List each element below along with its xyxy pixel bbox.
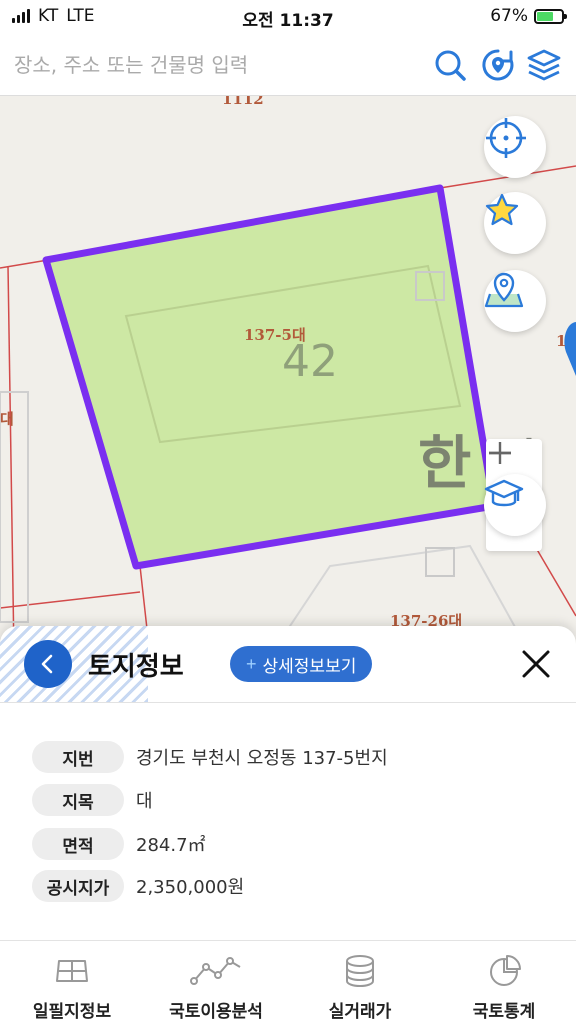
map-label-right: 1 [556, 332, 567, 350]
nav-label: 일필지정보 [32, 1002, 112, 1022]
battery-icon [534, 8, 567, 24]
info-value: 대 [136, 791, 153, 812]
parcel-number: 42 [282, 336, 338, 387]
info-value: 284.7㎡ [136, 835, 206, 856]
detail-info-label: 상세정보보기 [262, 656, 357, 676]
nav-label: 국토통계 [472, 1002, 536, 1022]
panel-divider [0, 702, 576, 703]
nav-land-use-analysis[interactable]: 국토이용분석 [144, 941, 288, 1024]
map-location-button[interactable] [484, 270, 546, 332]
info-key: 지번 [32, 741, 124, 773]
nav-label: 실거래가 [328, 1002, 392, 1022]
info-row-land-price: 공시지가 2,350,000원 [32, 869, 244, 903]
detail-info-button[interactable]: + 상세정보보기 [230, 646, 373, 682]
minus-icon [489, 451, 511, 455]
map-pin-icon [484, 272, 524, 308]
info-key: 공시지가 [32, 870, 124, 902]
location-refresh-icon[interactable] [480, 47, 516, 83]
map-label-top: 1112 [222, 96, 264, 108]
info-row-lot-number: 지번 경기도 부천시 오정동 137-5번지 [32, 740, 388, 774]
grid-icon [56, 960, 88, 982]
land-info-panel: 토지정보 + 상세정보보기 지번 경기도 부천시 오정동 137-5번지 지목 … [0, 626, 576, 940]
star-icon [485, 193, 519, 226]
search-icon[interactable] [432, 47, 468, 83]
chevron-left-icon [41, 654, 53, 674]
search-input[interactable] [14, 48, 414, 82]
info-key: 지목 [32, 784, 124, 816]
info-key: 면적 [32, 828, 124, 860]
education-button[interactable] [484, 474, 546, 536]
info-row-area: 면적 284.7㎡ [32, 827, 206, 861]
database-icon [346, 955, 374, 988]
battery-percent: 67% [490, 6, 528, 26]
nav-real-transaction-price[interactable]: 실거래가 [288, 941, 432, 1024]
close-icon[interactable] [518, 646, 554, 682]
building-name-text: 한 [418, 429, 472, 497]
nav-national-statistics[interactable]: 국토통계 [432, 941, 576, 1024]
panel-title: 토지정보 [88, 652, 184, 682]
plus-icon: + [246, 653, 257, 674]
pie-chart-icon [490, 955, 521, 986]
status-bar: KT LTE 오전 11:37 67% [0, 0, 576, 34]
favorites-button[interactable] [484, 192, 546, 254]
search-bar [0, 34, 576, 96]
info-value: 2,350,000원 [136, 877, 245, 898]
crosshair-icon [486, 118, 526, 158]
info-row-land-category: 지목 대 [32, 783, 153, 817]
line-chart-icon [190, 957, 241, 985]
info-value: 경기도 부천시 오정동 137-5번지 [136, 748, 388, 769]
bottom-nav: 일필지정보 국토이용분석 실거래가 국토통계 [0, 940, 576, 1024]
nav-land-parcel-info[interactable]: 일필지정보 [0, 941, 144, 1024]
nav-label: 국토이용분석 [169, 1002, 263, 1022]
graduation-cap-icon [484, 479, 524, 507]
status-right: 67% [490, 6, 567, 26]
back-button[interactable] [24, 640, 72, 688]
current-location-button[interactable] [484, 116, 546, 178]
map-label-left: 대 [0, 410, 14, 428]
map-view[interactable]: 1112 137-5대 42 대 1 137-26대 한 나름 [0, 96, 576, 656]
layers-icon[interactable] [526, 47, 562, 83]
